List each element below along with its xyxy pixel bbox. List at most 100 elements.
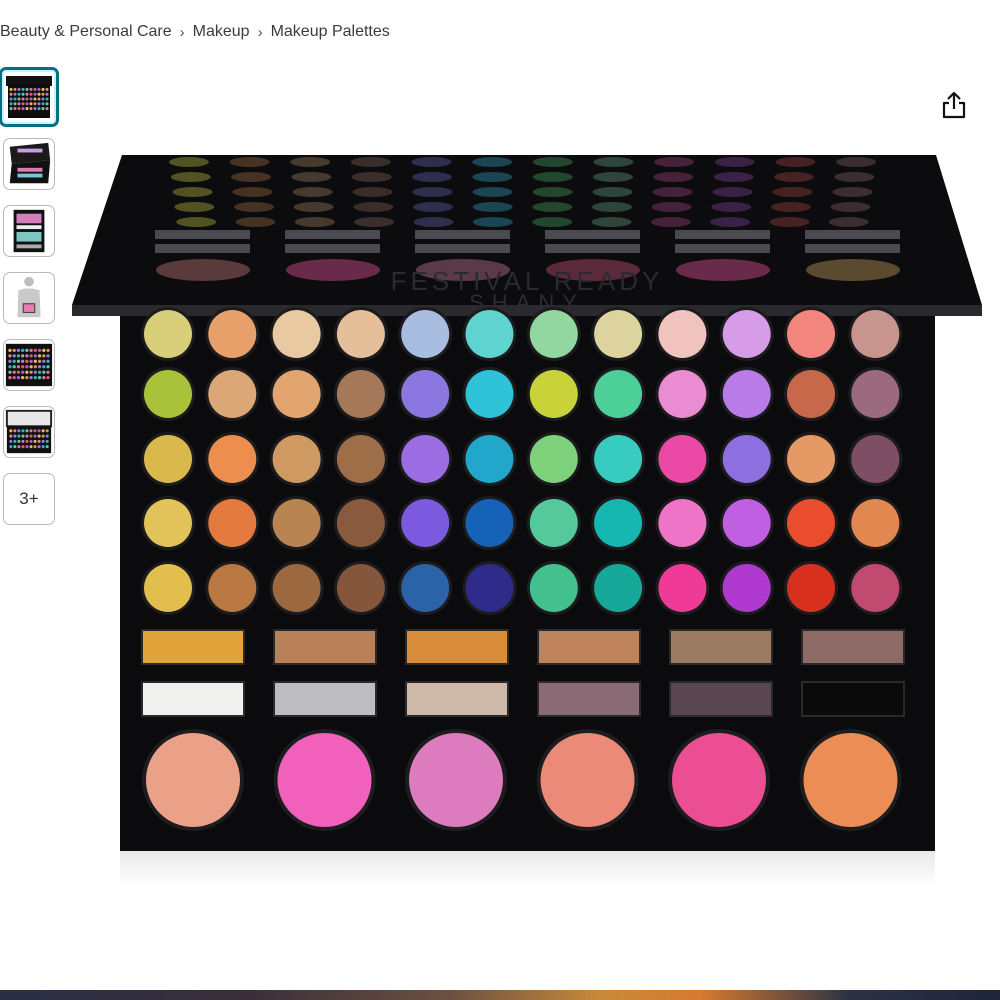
thumb-dot: [25, 102, 29, 106]
thumb-dot: [29, 434, 33, 438]
lid-print-dot: [352, 187, 393, 197]
thumb-dot: [21, 97, 25, 101]
eyeshadow-pan: [465, 499, 514, 547]
eyeshadow-pan: [594, 435, 643, 483]
thumb-dot: [37, 102, 41, 106]
thumb-dot: [16, 376, 21, 380]
pressed-shadow-bar: [405, 681, 509, 717]
thumb-dot: [33, 348, 37, 353]
thumb-dot: [45, 429, 49, 433]
thumb-dot: [9, 429, 13, 433]
lid-print-dot: [472, 157, 513, 167]
eyeshadow-pan: [144, 310, 192, 358]
thumb-dot: [13, 434, 17, 438]
lid-print-dot: [593, 157, 634, 167]
lid-print-dot: [231, 172, 272, 182]
eyeshadow-pan: [787, 564, 835, 612]
lid-print-bar: [285, 230, 380, 239]
lid-print-dot: [235, 217, 276, 227]
thumb-dot: [29, 348, 33, 353]
pressed-shadow-bar: [537, 629, 641, 665]
thumbnail-4[interactable]: [3, 272, 55, 324]
product-image[interactable]: FESTIVAL READY SHANY: [70, 150, 990, 890]
thumb-dot: [16, 359, 21, 363]
thumb-dot: [21, 434, 25, 438]
thumbnail-3[interactable]: [3, 205, 55, 257]
thumb-dot: [46, 354, 50, 358]
eyeshadow-pan: [465, 435, 514, 483]
thumb-dot: [9, 434, 13, 438]
thumb-dot: [13, 92, 17, 96]
thumb-dot: [46, 365, 50, 369]
thumb-dot: [37, 359, 42, 363]
thumb-dot: [8, 370, 12, 374]
blush-pan: [540, 733, 635, 827]
more-images-button[interactable]: 3+: [3, 473, 55, 525]
eyeshadow-pan: [594, 370, 643, 418]
thumb-dot: [25, 348, 29, 353]
thumb-dot: [21, 370, 25, 374]
lid-print-dot: [772, 187, 813, 197]
eyeshadow-pan: [529, 370, 578, 418]
eyeshadow-pan: [851, 310, 900, 358]
thumb-dot: [12, 359, 16, 363]
eyeshadow-pan: [722, 499, 771, 547]
makeup-palette-image: FESTIVAL READY SHANY: [72, 155, 982, 887]
share-icon[interactable]: [940, 90, 968, 120]
lid-print-dot: [174, 202, 215, 212]
thumb-dot: [29, 370, 33, 374]
eyeshadow-pan: [272, 435, 321, 483]
eyeshadow-pan: [851, 435, 900, 483]
thumb-dot: [12, 370, 16, 374]
eyeshadow-pan: [272, 370, 321, 418]
thumb-dot: [13, 102, 17, 106]
thumbnail-5[interactable]: [3, 339, 55, 391]
lid-print-dot: [773, 172, 814, 182]
thumb-dot: [37, 429, 41, 433]
lid-print-dot: [650, 217, 691, 227]
lid-print-blush: [286, 259, 380, 281]
thumb-dot: [25, 359, 29, 363]
lid-print-blush: [676, 259, 770, 281]
breadcrumb-makeup-palettes[interactable]: Makeup Palettes: [271, 23, 390, 41]
thumbnail-6[interactable]: [3, 406, 55, 458]
breadcrumb-separator: ›: [179, 23, 185, 41]
eyeshadow-pan: [787, 310, 835, 358]
thumb-dot: [21, 354, 25, 358]
thumbnail-1[interactable]: [0, 67, 59, 127]
lid-print-dot: [168, 157, 209, 167]
lid-print-dot: [775, 157, 816, 167]
breadcrumb-beauty-personal-care[interactable]: Beauty & Personal Care: [0, 23, 172, 41]
thumb-dot: [25, 376, 29, 380]
thumb-dot: [21, 102, 25, 106]
thumbnail-2[interactable]: [3, 138, 55, 190]
thumb-dot: [21, 439, 25, 443]
thumb-dot: [13, 439, 17, 443]
eyeshadow-pan: [658, 435, 707, 483]
lid-print-bar: [545, 230, 640, 239]
breadcrumb-makeup[interactable]: Makeup: [193, 23, 250, 41]
eyeshadow-pan: [722, 370, 771, 418]
thumb-dot: [33, 445, 37, 449]
thumb-dot: [13, 107, 17, 111]
palette-box-thumbnail: [13, 209, 45, 253]
thumb-dot: [45, 434, 49, 438]
eyeshadow-pan: [401, 370, 450, 418]
thumb-dot: [29, 354, 33, 358]
thumb-dot: [17, 87, 21, 91]
eyeshadow-pan: [529, 564, 578, 612]
eyeshadow-pan: [144, 499, 192, 547]
thumb-dot: [17, 429, 21, 433]
thumb-dot: [45, 87, 49, 91]
lid-print-dot: [834, 172, 875, 182]
eyeshadow-pan: [851, 564, 900, 612]
thumb-dot: [33, 107, 37, 111]
eyeshadow-pan: [658, 370, 707, 418]
lid-print-dot: [170, 172, 211, 182]
thumb-dot: [21, 348, 25, 353]
thumb-dot: [9, 87, 13, 91]
lid-print-dot: [351, 172, 392, 182]
lid-print-dot: [832, 187, 873, 197]
thumb-dot: [33, 92, 37, 96]
lid-print-dot: [532, 217, 573, 227]
